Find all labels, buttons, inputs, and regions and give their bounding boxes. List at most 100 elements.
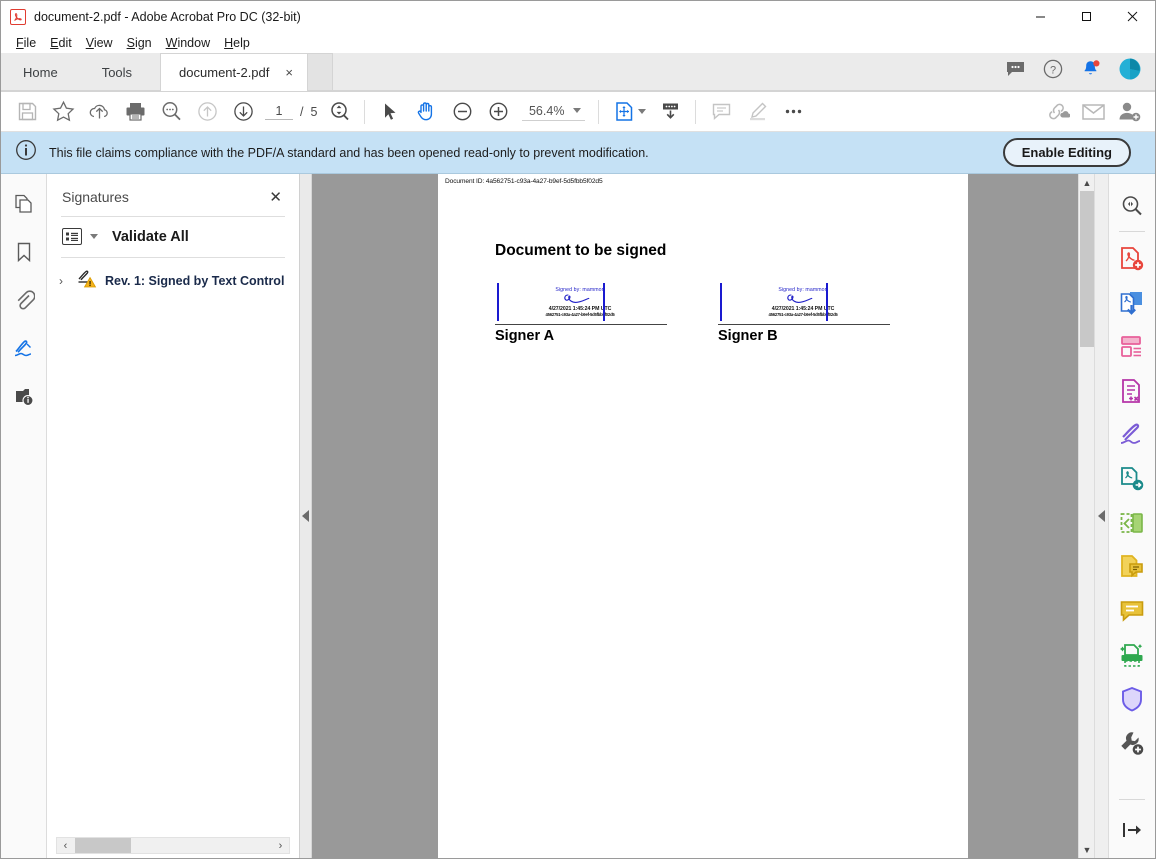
toolbar-divider — [364, 99, 366, 124]
page-navigation: 1 / 5 — [265, 104, 317, 120]
fill-and-sign-tool-icon[interactable] — [1113, 413, 1151, 457]
list-options-icon[interactable] — [62, 228, 82, 245]
email-icon[interactable] — [1075, 95, 1111, 129]
fit-page-chevron-icon[interactable] — [638, 109, 647, 114]
sidebar-item-page-thumbnails[interactable] — [7, 188, 41, 220]
zoom-level-select[interactable]: 56.4% — [522, 103, 586, 121]
add-comment-icon[interactable] — [703, 95, 739, 129]
collapse-right-panel-button[interactable] — [1094, 174, 1108, 858]
tab-tools[interactable]: Tools — [79, 53, 155, 91]
menu-edit[interactable]: Edit — [43, 35, 79, 51]
menu-window[interactable]: Window — [159, 35, 217, 51]
edit-pdf-tool-icon[interactable] — [1113, 325, 1151, 369]
scroll-thumb[interactable] — [75, 838, 131, 853]
handwritten-signature-icon — [564, 294, 590, 303]
document-vertical-scrollbar[interactable]: ▲ ▼ — [1078, 174, 1094, 858]
stamp-content: Signed by: mammon 4/27/2021 1:45:24 PM U… — [749, 287, 857, 317]
expand-panel-icon[interactable] — [1113, 808, 1151, 852]
highlight-icon[interactable] — [739, 95, 775, 129]
scroll-track[interactable] — [74, 838, 272, 853]
signatures-panel: Signatures ✕ Validate All › Rev. 1: Sign… — [47, 174, 300, 858]
minimize-button[interactable] — [1017, 1, 1063, 32]
upload-cloud-icon[interactable] — [81, 95, 117, 129]
signature-warning-icon — [77, 268, 99, 293]
collapse-left-panel-button[interactable] — [300, 174, 312, 858]
comment-doc-tool-icon[interactable] — [1113, 545, 1151, 589]
tab-bar-actions: ? — [1006, 58, 1155, 91]
scroll-mode-icon[interactable] — [652, 95, 688, 129]
search-zoom-tool-icon[interactable] — [1113, 184, 1151, 228]
toolbar-divider-2 — [598, 99, 600, 124]
menu-view[interactable]: View — [79, 35, 120, 51]
stamp-left-bar — [720, 283, 722, 321]
export-pdf-tool-icon[interactable] — [1113, 281, 1151, 325]
tab-document[interactable]: document-2.pdf × — [160, 53, 308, 91]
organize-pages-tool-icon[interactable] — [1113, 501, 1151, 545]
tab-home[interactable]: Home — [1, 53, 80, 91]
document-viewport[interactable]: Document ID: 4a562751-c93a-4a27-b9ef-5d5… — [312, 174, 1094, 858]
search-icon[interactable] — [153, 95, 189, 129]
validate-options-chevron-icon[interactable] — [90, 234, 98, 239]
send-for-signature-tool-icon[interactable] — [1113, 457, 1151, 501]
sidebar-item-bookmarks[interactable] — [7, 236, 41, 268]
comment-icon[interactable] — [1006, 61, 1025, 82]
page-number-input[interactable]: 1 — [265, 104, 293, 120]
select-tool-icon[interactable] — [372, 95, 408, 129]
tab-close-icon[interactable]: × — [281, 65, 297, 80]
comment-tool-icon[interactable] — [1113, 589, 1151, 633]
zoom-to-page-level-icon[interactable] — [321, 95, 357, 129]
pdf-page: Document ID: 4a562751-c93a-4a27-b9ef-5d5… — [438, 174, 968, 858]
menu-file[interactable]: FFileile — [9, 35, 43, 51]
scroll-up-icon[interactable]: ▲ — [1079, 174, 1094, 191]
fit-page-icon[interactable] — [606, 95, 642, 129]
close-panel-icon[interactable]: ✕ — [266, 188, 285, 206]
tab-new-placeholder[interactable] — [306, 53, 333, 91]
menu-help[interactable]: Help — [217, 35, 257, 51]
expand-arrow-icon[interactable]: › — [59, 274, 71, 288]
close-button[interactable] — [1109, 1, 1155, 32]
protect-tool-icon[interactable] — [1113, 677, 1151, 721]
window-title: document-2.pdf - Adobe Acrobat Pro DC (3… — [34, 9, 301, 24]
page-separator: / — [300, 104, 304, 119]
star-icon[interactable] — [45, 95, 81, 129]
notification-message: This file claims compliance with the PDF… — [49, 145, 649, 160]
menu-sign[interactable]: Sign — [120, 35, 159, 51]
create-pdf-tool-icon[interactable] — [1113, 237, 1151, 281]
account-avatar[interactable] — [1119, 58, 1141, 85]
sidebar-item-document-info[interactable] — [7, 380, 41, 412]
previous-page-icon[interactable] — [189, 95, 225, 129]
maximize-button[interactable] — [1063, 1, 1109, 32]
notification-bell-icon[interactable] — [1081, 59, 1101, 84]
stamp-hash: 4562751-c93a-4a27-b9ef-5d5fbb5f02d5 — [545, 312, 615, 317]
add-person-icon[interactable] — [1111, 95, 1147, 129]
scroll-right-icon[interactable]: › — [272, 840, 289, 852]
sidebar-item-signatures[interactable] — [7, 332, 41, 364]
enable-editing-button[interactable]: Enable Editing — [1002, 138, 1131, 167]
combine-files-tool-icon[interactable] — [1113, 369, 1151, 413]
signature-tree-item[interactable]: › Rev. 1: Signed by Text Control — [47, 258, 299, 301]
scan-and-ocr-tool-icon[interactable] — [1113, 633, 1151, 677]
chevron-down-icon[interactable] — [573, 108, 582, 113]
pdf-app-icon — [10, 8, 26, 25]
scroll-thumb[interactable] — [1080, 191, 1094, 347]
share-link-icon[interactable] — [1039, 95, 1075, 129]
document-heading: Document to be signed — [495, 242, 667, 259]
more-tools-icon[interactable] — [775, 95, 811, 129]
save-icon[interactable] — [9, 95, 45, 129]
zoom-out-icon[interactable] — [444, 95, 480, 129]
title-bar: document-2.pdf - Adobe Acrobat Pro DC (3… — [1, 1, 1155, 32]
menu-bar: FFileile Edit View Sign Window Help — [1, 32, 1155, 53]
print-icon[interactable] — [117, 95, 153, 129]
stamp-left-bar — [497, 283, 499, 321]
hand-tool-icon[interactable] — [408, 95, 444, 129]
next-page-icon[interactable] — [225, 95, 261, 129]
signatures-horizontal-scrollbar[interactable]: ‹ › — [56, 837, 290, 854]
more-tools-icon[interactable] — [1113, 721, 1151, 765]
help-icon[interactable]: ? — [1043, 59, 1063, 84]
signature-block-a: Signed by: mammon 4/27/2021 1:45:24 PM U… — [495, 280, 667, 344]
scroll-down-icon[interactable]: ▼ — [1079, 841, 1094, 858]
zoom-in-icon[interactable] — [480, 95, 516, 129]
sidebar-item-attachments[interactable] — [7, 284, 41, 316]
scroll-left-icon[interactable]: ‹ — [57, 840, 74, 852]
validate-all-row[interactable]: Validate All — [47, 217, 299, 257]
